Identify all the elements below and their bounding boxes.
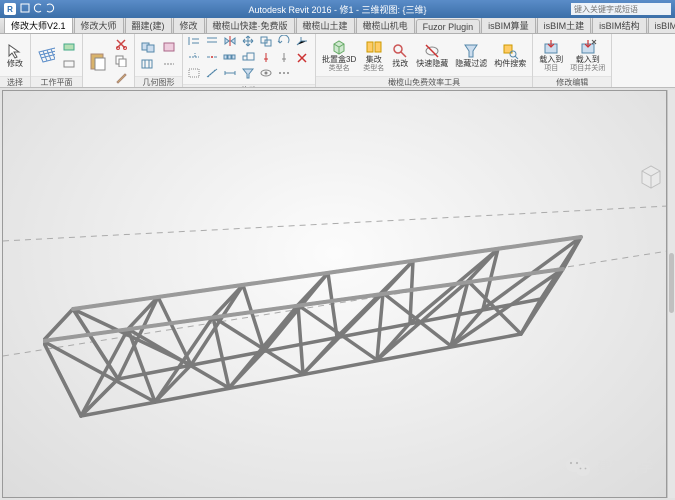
cut-button[interactable] <box>112 36 130 52</box>
help-search-input[interactable] <box>571 3 671 15</box>
tab[interactable]: Fuzor Plugin <box>416 19 481 33</box>
copy-icon <box>114 54 128 68</box>
undo-icon[interactable] <box>33 3 43 13</box>
cut-icon <box>114 37 128 51</box>
cut-geo-button[interactable] <box>139 56 157 72</box>
edit-multi-icon <box>365 38 383 56</box>
group-label: 橄榄山免费效率工具 <box>316 76 532 87</box>
redo-icon[interactable] <box>45 3 55 13</box>
save-icon[interactable] <box>20 3 30 13</box>
wall-icon <box>162 40 176 54</box>
join-icon <box>141 40 155 54</box>
batch-box3d-button[interactable]: 批置盒3D 类型名 <box>320 37 358 73</box>
tab[interactable]: isBIM土建 <box>537 16 592 33</box>
measure-icon[interactable] <box>205 66 221 84</box>
cutgeo-icon <box>141 57 155 71</box>
quick-access-toolbar <box>20 3 55 15</box>
tab[interactable]: 翻建(建) <box>125 16 172 33</box>
tab[interactable]: isBIM算量 <box>481 16 536 33</box>
more-icon[interactable] <box>277 66 293 84</box>
cube-icon <box>330 38 348 56</box>
tab[interactable]: 修改 <box>173 16 205 33</box>
load-close-icon <box>579 38 597 56</box>
3d-viewport[interactable] <box>0 88 675 500</box>
ribbon-group-geometry: 几何图形 <box>135 34 183 87</box>
window-title: Autodesk Revit 2016 - 修1 - 三维视图: {三维} <box>248 3 426 16</box>
grid-icon <box>37 46 55 64</box>
paste-icon <box>89 52 107 70</box>
hide-quick-icon <box>423 42 441 60</box>
paste-button[interactable] <box>87 51 109 71</box>
quick-hide-button[interactable]: 快速隐藏 <box>414 41 450 70</box>
dim-icon[interactable] <box>223 66 239 84</box>
load-project-icon <box>542 38 560 56</box>
delete-icon[interactable] <box>295 50 311 68</box>
filter-icon[interactable] <box>241 66 257 84</box>
vertical-scrollbar[interactable] <box>667 90 675 498</box>
revit-app-icon[interactable]: R <box>4 3 16 15</box>
split-icon <box>162 57 176 71</box>
hide-filter-button[interactable]: 隐藏过滤 <box>453 41 489 70</box>
filter-hide-icon <box>462 42 480 60</box>
help-search <box>571 3 671 15</box>
ribbon-group-clipboard: 剪贴板 <box>83 34 135 87</box>
cursor-icon <box>6 42 24 60</box>
tab[interactable]: isBIM机电 <box>648 16 675 33</box>
group-label: 选择 <box>0 76 30 87</box>
ribbon-group-modify: 修改 <box>183 34 316 87</box>
view-cube[interactable] <box>636 161 666 191</box>
ribbon-group-workplane: 工作平面 <box>31 34 83 87</box>
tab[interactable]: 橄榄山机电 <box>356 16 415 33</box>
titlebar: R Autodesk Revit 2016 - 修1 - 三维视图: {三维} <box>0 0 675 18</box>
scrollbar-thumb[interactable] <box>669 253 674 313</box>
plane-icon <box>62 40 76 54</box>
tab-active[interactable]: 修改大师V2.1 <box>4 16 73 33</box>
group-label: 工作平面 <box>31 76 82 87</box>
group-label: 修改 <box>183 84 315 87</box>
wall-button[interactable] <box>160 39 178 55</box>
group-label: 几何图形 <box>135 76 182 87</box>
ribbon-group-select: 修改 选择 <box>0 34 31 87</box>
load-close-button[interactable]: 载入到 项目并关闭 <box>568 37 607 73</box>
hide-icon[interactable] <box>259 66 275 84</box>
matchtype-button[interactable] <box>112 70 130 86</box>
load-into-project-button[interactable]: 载入到 项目 <box>537 37 565 73</box>
plane-ref-button[interactable] <box>60 56 78 72</box>
batch-modify-button[interactable]: 集改 类型名 <box>361 37 386 73</box>
element-search-button[interactable]: 构件搜索 <box>492 41 528 70</box>
element-search-icon <box>501 42 519 60</box>
group-label: 修改编辑 <box>533 76 611 87</box>
tab[interactable]: 橄榄山土建 <box>296 16 355 33</box>
plane-show-button[interactable] <box>60 39 78 55</box>
group-icon[interactable] <box>187 66 203 84</box>
ribbon-tabstrip: 修改大师V2.1 修改大师 翻建(建) 修改 橄榄山快建·免费版 橄榄山土建 橄… <box>0 18 675 34</box>
ribbon-group-family-editor: 载入到 项目 载入到 项目并关闭 修改编辑 <box>533 34 612 87</box>
viewport-frame <box>2 90 667 498</box>
modify-button[interactable]: 修改 <box>4 41 26 70</box>
split-button[interactable] <box>160 56 178 72</box>
truss-model[interactable] <box>43 201 603 441</box>
brush-icon <box>114 71 128 85</box>
join-button[interactable] <box>139 39 157 55</box>
tab[interactable]: isBIM结构 <box>592 16 647 33</box>
tab[interactable]: 橄榄山快建·免费版 <box>206 16 295 33</box>
ribbon: 修改 选择 工作平面 <box>0 34 675 88</box>
workplane-button[interactable] <box>35 45 57 65</box>
find-modify-button[interactable]: 找改 <box>389 41 411 70</box>
plane-ref-icon <box>62 57 76 71</box>
copy-button[interactable] <box>112 53 130 69</box>
tab[interactable]: 修改大师 <box>74 16 124 33</box>
ribbon-group-olive: 批置盒3D 类型名 集改 类型名 找改 快速隐藏 隐藏过滤 <box>316 34 533 87</box>
search-replace-icon <box>391 42 409 60</box>
